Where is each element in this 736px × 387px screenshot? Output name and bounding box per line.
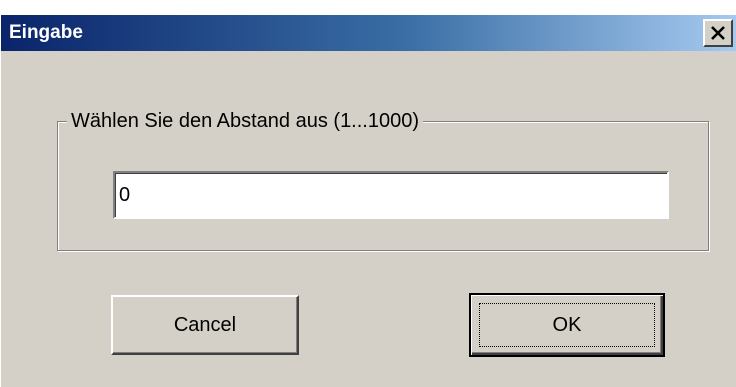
close-icon xyxy=(711,26,725,40)
cancel-button[interactable]: Cancel xyxy=(111,295,299,355)
ok-button[interactable]: OK xyxy=(469,293,665,357)
top-strip xyxy=(1,1,736,15)
dialog-window: Eingabe Wählen Sie den Abstand aus (1...… xyxy=(0,0,736,387)
cancel-button-label: Cancel xyxy=(173,313,237,336)
title-bar[interactable]: Eingabe xyxy=(1,15,736,51)
distance-input[interactable] xyxy=(113,171,669,219)
window-title: Eingabe xyxy=(9,22,83,43)
ok-button-label: OK xyxy=(552,313,582,336)
close-button[interactable] xyxy=(703,19,733,47)
groupbox-legend: Wählen Sie den Abstand aus (1...1000) xyxy=(67,109,424,133)
